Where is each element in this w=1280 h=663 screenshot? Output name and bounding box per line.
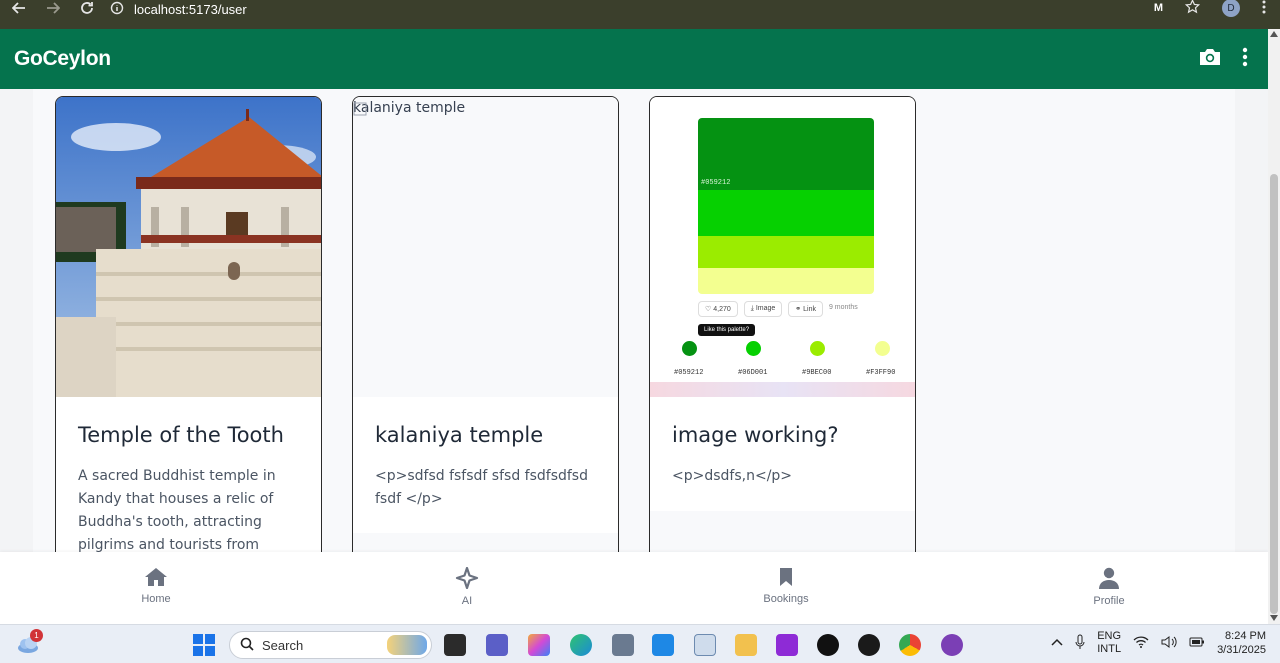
profile-avatar[interactable]: D (1222, 0, 1240, 17)
performance-monitor-icon[interactable] (694, 634, 716, 656)
page-scrollbar[interactable] (1268, 29, 1280, 624)
mz-app-icon[interactable] (858, 634, 880, 656)
copilot-icon[interactable] (528, 634, 550, 656)
card-title: kalaniya temple (375, 423, 544, 447)
wifi-icon[interactable] (1133, 635, 1149, 651)
search-highlight-icon (387, 635, 427, 655)
destinations-grid: Temple of the Tooth A sacred Buddhist te… (33, 89, 1235, 552)
url-text: localhost:5173/user (134, 1, 247, 17)
chrome-icon[interactable] (899, 634, 921, 656)
camera-icon[interactable] (1198, 47, 1222, 71)
sparkle-icon (455, 567, 479, 589)
screenshot-taskbar-strip (650, 382, 915, 397)
heart-icon: ♡ (705, 306, 712, 313)
card-description: <p>sdfsd fsfsdf sfsd fsdfsdfsd fsdf </p> (375, 468, 588, 507)
destination-card[interactable]: Temple of the Tooth A sacred Buddhist te… (55, 96, 322, 552)
palette-age: 9 months (828, 304, 858, 311)
clock[interactable]: 8:24 PM 3/31/2025 (1217, 629, 1266, 657)
like-button: ♡ 4,270 (698, 301, 738, 317)
card-description: <p>dsdfs,n</p> (672, 468, 793, 484)
swatch-code: #059212 (701, 179, 731, 187)
bookmark-star-icon[interactable] (1184, 0, 1201, 18)
image-alt-text: kalaniya temple (353, 100, 466, 116)
volume-icon[interactable] (1161, 635, 1177, 651)
user-icon (1099, 567, 1119, 589)
reload-icon[interactable] (76, 0, 98, 19)
task-view-icon[interactable] (444, 634, 466, 656)
more-menu-icon[interactable] (1242, 47, 1248, 71)
github-desktop-icon[interactable] (941, 634, 963, 656)
nav-ai[interactable]: AI (427, 567, 507, 607)
bottom-navigation: Home AI Bookings Profile (0, 552, 1268, 624)
address-bar[interactable]: localhost:5173/user (110, 0, 247, 18)
card-description: A sacred Buddhist temple in Kandy that h… (78, 468, 276, 552)
download-icon: ⤓ (750, 305, 754, 312)
back-icon[interactable] (8, 0, 30, 19)
card-title: image working? (672, 423, 839, 447)
image-download-button: ⤓ Image (743, 301, 783, 317)
destination-card[interactable]: kalaniya temple kalaniya temple <p>sdfsd… (352, 96, 619, 552)
edge-icon[interactable] (570, 634, 592, 656)
temple-of-tooth-image (56, 97, 321, 397)
language-indicator[interactable]: ENG INTL (1097, 630, 1121, 656)
app-icon-purple[interactable] (776, 634, 798, 656)
palette-tooltip: Like this palette? (698, 324, 756, 336)
nav-home[interactable]: Home (116, 567, 196, 605)
link-button: ⚭ Link (788, 301, 823, 317)
broken-image-icon (353, 101, 369, 117)
browser-menu-icon[interactable] (1262, 0, 1266, 18)
extension-icon[interactable]: M (1154, 2, 1163, 14)
chevron-up-icon[interactable] (1051, 637, 1063, 649)
scroll-thumb[interactable] (1270, 174, 1278, 614)
teams-icon[interactable] (486, 634, 508, 656)
windows-taskbar: 1 Search ENG INTL 8:24 PM 3/31/2025 (0, 624, 1280, 663)
home-icon (145, 568, 167, 586)
system-tray: ENG INTL 8:24 PM 3/31/2025 (1051, 629, 1266, 657)
link-icon: ⚭ (795, 306, 802, 313)
vscode-icon[interactable] (652, 634, 674, 656)
bookmark-icon (780, 568, 792, 586)
brand-logo[interactable]: GoCeylon (14, 47, 111, 71)
camera-app-icon[interactable] (612, 634, 634, 656)
chatgpt-icon[interactable] (817, 634, 839, 656)
destination-card[interactable]: #059212 ♡ 4,270 ⤓ Image ⚭ Link 9 months … (649, 96, 916, 552)
palette-screenshot-image: #059212 ♡ 4,270 ⤓ Image ⚭ Link 9 months … (650, 97, 915, 397)
broken-image: kalaniya temple (353, 97, 618, 397)
battery-icon[interactable] (1189, 636, 1205, 651)
app-header: GoCeylon (0, 29, 1268, 89)
nav-profile[interactable]: Profile (1069, 567, 1149, 607)
microphone-icon[interactable] (1075, 634, 1085, 653)
card-title: Temple of the Tooth (78, 423, 284, 447)
taskbar-search[interactable]: Search (229, 631, 432, 659)
palette-dots (682, 341, 890, 357)
file-explorer-icon[interactable] (735, 634, 757, 656)
search-icon (240, 637, 254, 654)
weather-widget[interactable]: 1 (16, 629, 44, 657)
site-info-icon[interactable] (110, 1, 124, 18)
notification-badge: 1 (30, 629, 43, 642)
browser-toolbar: localhost:5173/user M D (0, 0, 1280, 29)
nav-bookings[interactable]: Bookings (746, 567, 826, 605)
windows-start-icon[interactable] (193, 634, 215, 660)
forward-icon[interactable] (42, 0, 64, 19)
palette-swatch: #059212 (698, 118, 874, 294)
